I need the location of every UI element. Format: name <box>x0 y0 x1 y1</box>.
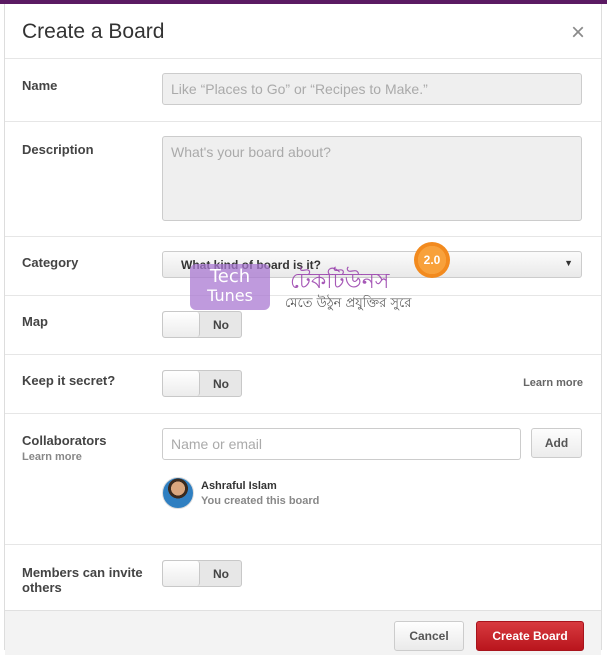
description-label: Description <box>22 142 94 157</box>
secret-toggle-label: No <box>213 377 229 391</box>
chevron-down-icon: ▼ <box>564 258 573 268</box>
toggle-knob <box>163 371 200 396</box>
create-board-button[interactable]: Create Board <box>476 621 584 651</box>
create-board-dialog: Create a Board × Name Like “Places to Go… <box>4 4 602 655</box>
name-row: Name Like “Places to Go” or “Recipes to … <box>5 59 601 122</box>
map-toggle-label: No <box>213 318 229 332</box>
description-row: Description What's your board about? <box>5 122 601 237</box>
secret-row: Keep it secret? No Learn more <box>5 355 601 414</box>
category-label: Category <box>22 255 79 270</box>
close-icon[interactable]: × <box>567 21 589 45</box>
members-invite-label: Members can invite others <box>22 565 143 595</box>
collaborators-row: Collaborators Learn more Name or email A… <box>5 414 601 545</box>
map-toggle[interactable]: No <box>162 311 242 338</box>
secret-label: Keep it secret? <box>22 373 116 388</box>
map-row: Map No <box>5 296 601 355</box>
name-label: Name <box>22 78 58 93</box>
collaborators-learn-more-link[interactable]: Learn more <box>22 451 107 463</box>
user-avatar <box>162 477 194 509</box>
cancel-button[interactable]: Cancel <box>394 621 464 651</box>
add-collaborator-button[interactable]: Add <box>531 428 582 458</box>
secret-toggle[interactable]: No <box>162 370 242 397</box>
category-select[interactable]: What kind of board is it? ▼ <box>162 251 582 278</box>
collaborator-search-input[interactable]: Name or email <box>162 428 521 460</box>
category-selected-value: What kind of board is it? <box>181 258 321 272</box>
collaborators-label-text: Collaborators <box>22 433 107 448</box>
dialog-title: Create a Board <box>22 20 165 43</box>
toggle-knob <box>163 561 200 586</box>
members-invite-row: Members can invite others No <box>5 545 601 609</box>
category-row: Category What kind of board is it? ▼ <box>5 237 601 296</box>
members-invite-toggle[interactable]: No <box>162 560 242 587</box>
toggle-knob <box>163 312 200 337</box>
collaborator-note: You created this board <box>201 495 320 507</box>
collaborators-label: Collaborators Learn more <box>22 433 107 463</box>
secret-learn-more-link[interactable]: Learn more <box>523 377 583 389</box>
dialog-header: Create a Board × <box>5 4 601 59</box>
map-label: Map <box>22 314 48 329</box>
description-textarea[interactable]: What's your board about? <box>162 136 582 221</box>
name-input[interactable]: Like “Places to Go” or “Recipes to Make.… <box>162 73 582 105</box>
dialog-footer: Cancel Create Board <box>5 610 601 655</box>
members-invite-toggle-label: No <box>213 567 229 581</box>
collaborator-name: Ashraful Islam <box>201 480 277 492</box>
